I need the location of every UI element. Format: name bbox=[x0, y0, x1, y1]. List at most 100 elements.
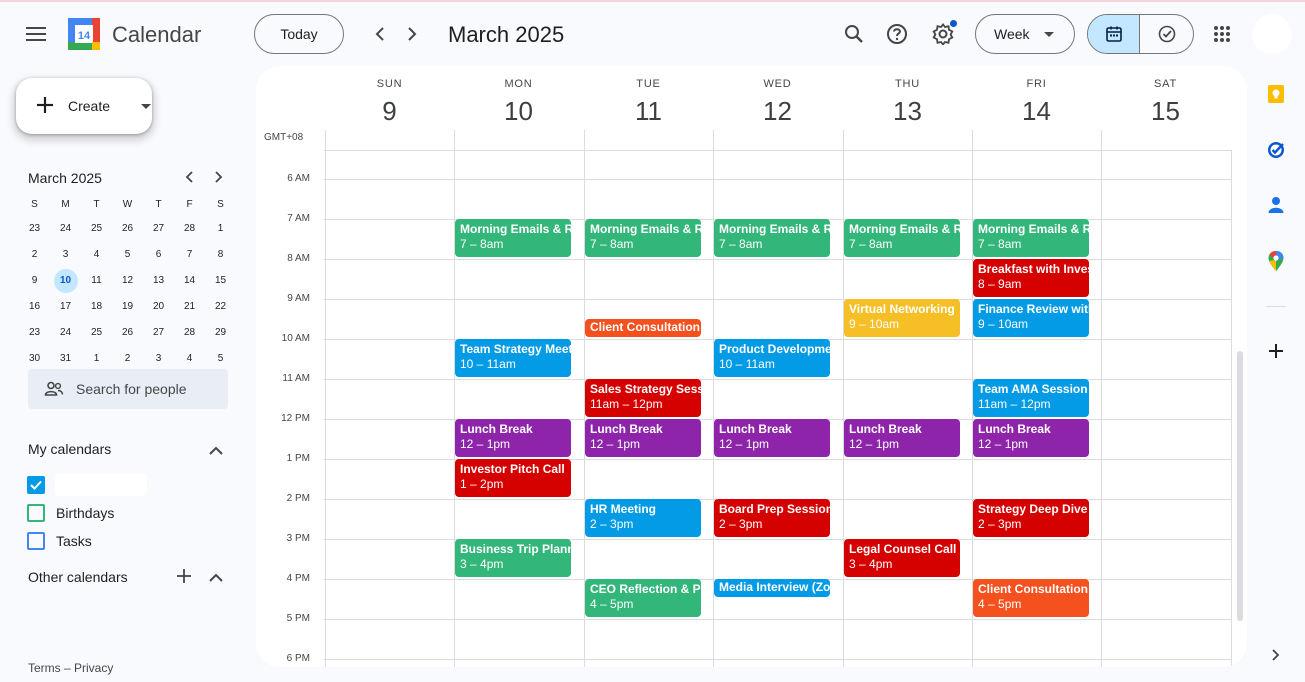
day-number[interactable]: 9 bbox=[325, 96, 454, 127]
mini-day[interactable]: 7 bbox=[174, 242, 205, 268]
mini-day-selected[interactable]: 10 bbox=[50, 268, 81, 294]
calendar-event[interactable]: Lunch Break 12 – 1pm bbox=[844, 419, 960, 457]
calendar-view-icon[interactable] bbox=[1088, 15, 1141, 53]
my-calendar-item[interactable]: Birthdays bbox=[27, 503, 114, 523]
calendar-checkbox[interactable] bbox=[27, 504, 45, 522]
search-icon[interactable] bbox=[838, 18, 870, 50]
day-number[interactable]: 14 bbox=[972, 96, 1101, 127]
mini-day[interactable]: 28 bbox=[174, 216, 205, 242]
calendar-event[interactable]: Legal Counsel Call 3 – 4pm bbox=[844, 539, 960, 577]
day-header-tue[interactable]: TUE 11 bbox=[584, 66, 713, 127]
today-button[interactable]: Today bbox=[254, 14, 344, 54]
calendar-event[interactable]: Morning Emails & Review7 – 8am bbox=[585, 219, 701, 257]
mini-day[interactable]: 21 bbox=[174, 294, 205, 320]
calendar-event[interactable]: Lunch Break 12 – 1pm bbox=[714, 419, 830, 457]
calendar-event[interactable]: Strategy Deep Dive 2 – 3pm bbox=[973, 499, 1089, 537]
day-header-wed[interactable]: WED 12 bbox=[713, 66, 842, 127]
calendar-event[interactable]: Team AMA Session 11am – 12pm bbox=[973, 379, 1089, 417]
mini-day[interactable]: 4 bbox=[81, 242, 112, 268]
mini-day[interactable]: 11 bbox=[81, 268, 112, 294]
tasks-icon[interactable] bbox=[1262, 136, 1290, 164]
calendar-event[interactable]: Investor Pitch Call 1 – 2pm bbox=[455, 459, 571, 497]
add-calendar-icon[interactable] bbox=[174, 566, 194, 586]
mini-day[interactable]: 17 bbox=[50, 294, 81, 320]
calendar-event[interactable]: Client Consultation bbox=[585, 319, 701, 337]
mini-day[interactable]: 26 bbox=[112, 320, 143, 346]
calendar-event[interactable]: Morning Emails & Review7 – 8am bbox=[714, 219, 830, 257]
mini-day[interactable]: 13 bbox=[143, 268, 174, 294]
mini-day[interactable]: 24 bbox=[50, 216, 81, 242]
menu-icon[interactable] bbox=[20, 18, 52, 50]
mini-day[interactable]: 1 bbox=[205, 216, 236, 242]
mini-day[interactable]: 2 bbox=[19, 242, 50, 268]
mini-day[interactable]: 23 bbox=[19, 320, 50, 346]
mini-day[interactable]: 12 bbox=[112, 268, 143, 294]
mini-day[interactable]: 3 bbox=[50, 242, 81, 268]
day-number[interactable]: 11 bbox=[584, 96, 713, 127]
chevron-up-icon[interactable] bbox=[206, 567, 226, 587]
expand-side-panel-icon[interactable] bbox=[1262, 641, 1290, 669]
mini-day[interactable]: 5 bbox=[112, 242, 143, 268]
mini-day[interactable]: 20 bbox=[143, 294, 174, 320]
calendar-event[interactable]: Finance Review with CFO9 – 10am bbox=[973, 299, 1089, 337]
mini-day[interactable]: 18 bbox=[81, 294, 112, 320]
mini-day[interactable]: 15 bbox=[205, 268, 236, 294]
calendar-event[interactable]: Business Trip Planning3 – 4pm bbox=[455, 539, 571, 577]
calendar-event[interactable]: Lunch Break 12 – 1pm bbox=[455, 419, 571, 457]
calendar-event[interactable]: Media Interview (Zoom) bbox=[714, 579, 830, 597]
mini-day[interactable]: 9 bbox=[19, 268, 50, 294]
view-selector[interactable]: Week bbox=[975, 14, 1075, 54]
calendar-event[interactable]: Lunch Break 12 – 1pm bbox=[585, 419, 701, 457]
day-number[interactable]: 15 bbox=[1101, 96, 1230, 127]
mini-day[interactable]: 26 bbox=[112, 216, 143, 242]
mini-day[interactable]: 25 bbox=[81, 216, 112, 242]
day-number[interactable]: 10 bbox=[454, 96, 583, 127]
mini-day[interactable]: 28 bbox=[174, 320, 205, 346]
day-header-sat[interactable]: SAT 15 bbox=[1101, 66, 1230, 127]
calendar-event[interactable]: Team Strategy Meeting10 – 11am bbox=[455, 339, 571, 377]
help-icon[interactable] bbox=[881, 18, 913, 50]
terms-privacy-links[interactable]: Terms – Privacy bbox=[28, 661, 113, 675]
apps-icon[interactable] bbox=[1206, 18, 1238, 50]
mini-day[interactable]: 23 bbox=[19, 216, 50, 242]
day-number[interactable]: 13 bbox=[843, 96, 972, 127]
mini-calendar-prev-button[interactable] bbox=[178, 166, 200, 188]
calendar-event[interactable]: Client Consultation 4 – 5pm bbox=[973, 579, 1089, 617]
calendar-event[interactable]: Morning Emails & Review7 – 8am bbox=[844, 219, 960, 257]
search-people-input[interactable]: Search for people bbox=[28, 369, 228, 409]
calendar-event[interactable]: Virtual Networking 9 – 10am bbox=[844, 299, 960, 337]
mini-day[interactable]: 25 bbox=[81, 320, 112, 346]
maps-icon[interactable] bbox=[1262, 247, 1290, 275]
mini-day[interactable]: 8 bbox=[205, 242, 236, 268]
day-number[interactable]: 12 bbox=[713, 96, 842, 127]
contacts-icon[interactable] bbox=[1262, 191, 1290, 219]
my-calendar-item[interactable]: Tasks bbox=[27, 531, 92, 551]
grid-scrollbar[interactable] bbox=[1237, 351, 1243, 621]
mini-day[interactable]: 27 bbox=[143, 216, 174, 242]
calendar-event[interactable]: Lunch Break 12 – 1pm bbox=[973, 419, 1089, 457]
mini-day[interactable]: 24 bbox=[50, 320, 81, 346]
chevron-up-icon[interactable] bbox=[206, 440, 226, 460]
calendar-event[interactable]: Breakfast with Investors8 – 9am bbox=[973, 259, 1089, 297]
time-grid[interactable]: 6 AM 7 AM 8 AM 9 AM 10 AM 11 AM 12 PM 1 PM 2 PM 3… bbox=[256, 151, 1247, 667]
mini-day[interactable]: 16 bbox=[19, 294, 50, 320]
keep-icon[interactable] bbox=[1262, 80, 1290, 108]
my-calendars-title[interactable]: My calendars bbox=[28, 441, 111, 457]
calendar-event[interactable]: Morning Emails & Review7 – 8am bbox=[973, 219, 1089, 257]
mini-day[interactable]: 6 bbox=[143, 242, 174, 268]
calendar-event[interactable]: Product Development10 – 11am bbox=[714, 339, 830, 377]
day-header-mon[interactable]: MON 10 bbox=[454, 66, 583, 127]
day-header-thu[interactable]: THU 13 bbox=[843, 66, 972, 127]
my-calendar-item[interactable] bbox=[27, 474, 147, 496]
mini-day[interactable]: 22 bbox=[205, 294, 236, 320]
account-avatar[interactable] bbox=[1252, 14, 1292, 54]
create-button[interactable]: Create bbox=[16, 78, 152, 134]
calendar-checkbox[interactable] bbox=[27, 532, 45, 550]
calendar-event[interactable]: Sales Strategy Session11am – 12pm bbox=[585, 379, 701, 417]
next-week-button[interactable] bbox=[396, 18, 428, 50]
mini-day[interactable]: 14 bbox=[174, 268, 205, 294]
calendar-checkbox[interactable] bbox=[27, 476, 45, 494]
calendar-event[interactable]: Morning Emails & Review7 – 8am bbox=[455, 219, 571, 257]
tasks-view-icon[interactable] bbox=[1140, 15, 1193, 53]
mini-day[interactable]: 19 bbox=[112, 294, 143, 320]
